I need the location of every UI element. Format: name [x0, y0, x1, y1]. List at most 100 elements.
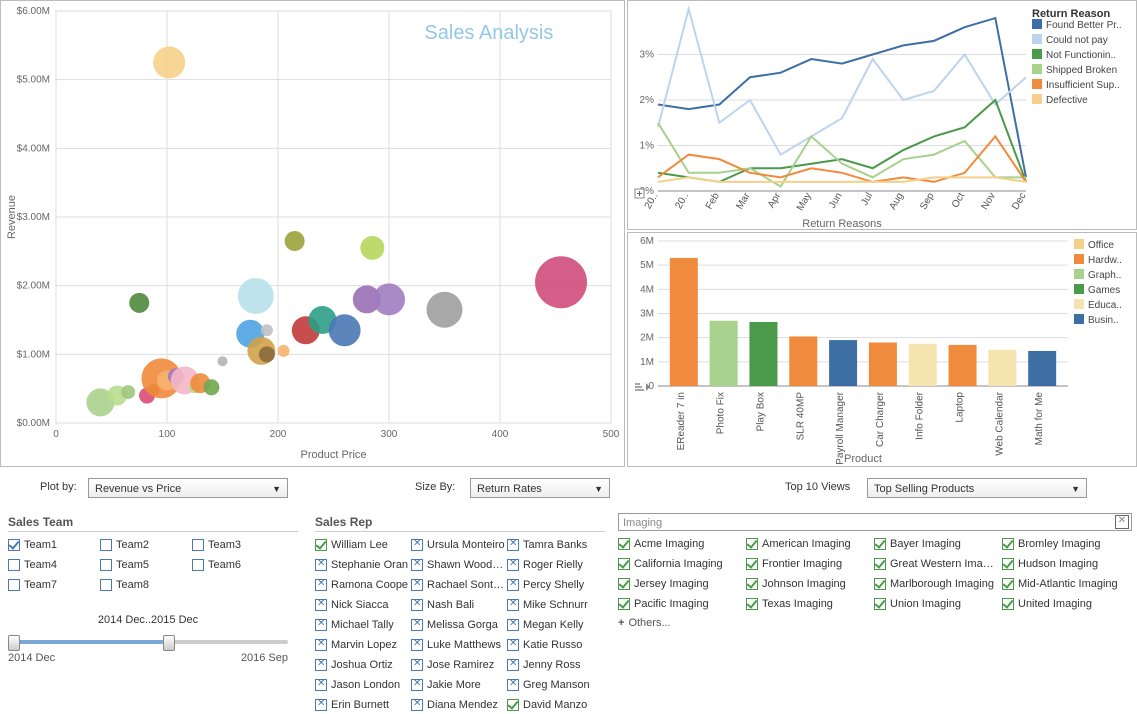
bar-chart: 01M2M3M4M5M6MEReader 7 inPhoto FixPlay B… — [628, 233, 1137, 468]
company-checkbox[interactable]: Pacific Imaging — [618, 595, 746, 613]
sales-team-filter: Sales Team Team1Team2Team3Team4Team5Team… — [8, 515, 298, 594]
slider-handle-min[interactable] — [8, 635, 20, 651]
svg-text:Defective: Defective — [1046, 95, 1088, 106]
rep-checkbox[interactable]: Michael Tally — [315, 616, 411, 634]
plot-by-dropdown[interactable]: Revenue vs Price — [88, 478, 288, 498]
svg-text:500: 500 — [603, 429, 620, 440]
svg-text:300: 300 — [381, 429, 398, 440]
rep-checkbox[interactable]: Mike Schnurr — [507, 596, 603, 614]
others-toggle[interactable]: +Others... — [618, 617, 1134, 629]
company-checkbox[interactable]: Union Imaging — [874, 595, 1002, 613]
sales-rep-title: Sales Rep — [315, 515, 605, 532]
rep-checkbox[interactable]: Melissa Gorga — [411, 616, 507, 634]
team-checkbox[interactable]: Team8 — [100, 576, 192, 594]
slider-handle-max[interactable] — [163, 635, 175, 651]
svg-text:Dec: Dec — [1010, 191, 1028, 212]
svg-text:$0.00M: $0.00M — [17, 418, 50, 429]
rep-checkbox[interactable]: Megan Kelly — [507, 616, 603, 634]
rep-checkbox[interactable]: Ursula Monteiro — [411, 536, 507, 554]
svg-text:Shipped Broken: Shipped Broken — [1046, 65, 1117, 76]
company-checkbox[interactable]: Frontier Imaging — [746, 555, 874, 573]
team-checkbox[interactable]: Team2 — [100, 536, 192, 554]
size-by-dropdown[interactable]: Return Rates — [470, 478, 610, 498]
svg-text:$1.00M: $1.00M — [17, 349, 50, 360]
rep-checkbox[interactable]: Stephanie Oran — [315, 556, 411, 574]
svg-text:Return Reason: Return Reason — [1032, 8, 1111, 20]
team-checkbox[interactable]: Team6 — [192, 556, 284, 574]
rep-checkbox[interactable]: Jakie More — [411, 676, 507, 694]
scatter-panel: 0100200300400500$0.00M$1.00M$2.00M$3.00M… — [0, 0, 625, 467]
team-checkbox[interactable]: Team3 — [192, 536, 284, 554]
svg-text:EReader 7 in: EReader 7 in — [676, 392, 687, 450]
company-checkbox[interactable]: Great Western Imaging — [874, 555, 1002, 573]
svg-text:Busin..: Busin.. — [1088, 315, 1119, 326]
company-checkbox[interactable]: Texas Imaging — [746, 595, 874, 613]
svg-text:Graph..: Graph.. — [1088, 270, 1121, 281]
company-checkbox[interactable]: Bromley Imaging — [1002, 535, 1130, 553]
svg-text:2%: 2% — [640, 95, 655, 106]
svg-text:Mar: Mar — [734, 190, 752, 211]
rep-checkbox[interactable]: Jason London — [315, 676, 411, 694]
rep-checkbox[interactable]: Tamra Banks — [507, 536, 603, 554]
rep-checkbox[interactable]: Nick Siacca — [315, 596, 411, 614]
rep-checkbox[interactable]: Marvin Lopez — [315, 636, 411, 654]
company-search-input[interactable]: Imaging ✕ — [618, 513, 1132, 531]
svg-text:Math for Me: Math for Me — [1034, 392, 1045, 446]
svg-text:Found Better Pr..: Found Better Pr.. — [1046, 20, 1122, 31]
rep-checkbox[interactable]: William Lee — [315, 536, 411, 554]
bar-panel: 01M2M3M4M5M6MEReader 7 inPhoto FixPlay B… — [627, 232, 1137, 467]
rep-checkbox[interactable]: Luke Matthews — [411, 636, 507, 654]
company-checkbox[interactable]: American Imaging — [746, 535, 874, 553]
rep-checkbox[interactable]: Ramona Coope — [315, 576, 411, 594]
team-checkbox[interactable]: Team4 — [8, 556, 100, 574]
rep-checkbox[interactable]: Nash Bali — [411, 596, 507, 614]
rep-checkbox[interactable]: Diana Mendez — [411, 696, 507, 714]
svg-text:Sep: Sep — [918, 191, 937, 212]
svg-text:3M: 3M — [640, 309, 654, 320]
svg-text:5M: 5M — [640, 260, 654, 271]
team-checkbox[interactable]: Team1 — [8, 536, 100, 554]
svg-text:200: 200 — [270, 429, 287, 440]
svg-text:4M: 4M — [640, 284, 654, 295]
date-slider[interactable]: 2014 Dec..2015 Dec 2014 Dec 2016 Sep — [8, 614, 288, 664]
svg-text:Return Reasons: Return Reasons — [802, 218, 882, 230]
company-checkbox[interactable]: Jersey Imaging — [618, 575, 746, 593]
rep-checkbox[interactable]: David Manzo — [507, 696, 603, 714]
svg-text:400: 400 — [492, 429, 509, 440]
rep-checkbox[interactable]: Shawn Woodley — [411, 556, 507, 574]
svg-text:Educa..: Educa.. — [1088, 300, 1122, 311]
rep-checkbox[interactable]: Jose Ramirez — [411, 656, 507, 674]
top10-label: Top 10 Views — [785, 481, 850, 493]
rep-checkbox[interactable]: Erin Burnett — [315, 696, 411, 714]
team-checkbox[interactable]: Team7 — [8, 576, 100, 594]
company-checkbox[interactable]: Hudson Imaging — [1002, 555, 1130, 573]
svg-text:Office: Office — [1088, 240, 1114, 251]
rep-checkbox[interactable]: Jenny Ross — [507, 656, 603, 674]
company-checkbox[interactable]: Acme Imaging — [618, 535, 746, 553]
svg-text:Hardw..: Hardw.. — [1088, 255, 1122, 266]
rep-checkbox[interactable]: Katie Russo — [507, 636, 603, 654]
team-checkbox[interactable]: Team5 — [100, 556, 192, 574]
top10-dropdown[interactable]: Top Selling Products — [867, 478, 1087, 498]
svg-text:2M: 2M — [640, 333, 654, 344]
svg-text:Revenue: Revenue — [6, 195, 18, 239]
rep-checkbox[interactable]: Roger Rielly — [507, 556, 603, 574]
svg-text:100: 100 — [159, 429, 176, 440]
company-checkbox[interactable]: California Imaging — [618, 555, 746, 573]
rep-checkbox[interactable]: Percy Shelly — [507, 576, 603, 594]
rep-checkbox[interactable]: Greg Manson — [507, 676, 603, 694]
svg-text:SLR 40MP: SLR 40MP — [795, 392, 806, 441]
rep-checkbox[interactable]: Rachael Sontag — [411, 576, 507, 594]
clear-search-icon[interactable]: ✕ — [1115, 515, 1129, 529]
svg-text:Feb: Feb — [704, 191, 722, 212]
svg-text:$3.00M: $3.00M — [17, 212, 50, 223]
svg-text:Info Folder: Info Folder — [915, 391, 926, 439]
company-checkbox[interactable]: Marlborough Imaging — [874, 575, 1002, 593]
sales-rep-filter: Sales Rep William LeeUrsula MonteiroTamr… — [315, 515, 605, 714]
rep-checkbox[interactable]: Joshua Ortiz — [315, 656, 411, 674]
company-checkbox[interactable]: Johnson Imaging — [746, 575, 874, 593]
controls-row: Plot by: Revenue vs Price Size By: Retur… — [0, 475, 1137, 505]
company-checkbox[interactable]: Bayer Imaging — [874, 535, 1002, 553]
company-checkbox[interactable]: United Imaging — [1002, 595, 1130, 613]
company-checkbox[interactable]: Mid-Atlantic Imaging — [1002, 575, 1130, 593]
